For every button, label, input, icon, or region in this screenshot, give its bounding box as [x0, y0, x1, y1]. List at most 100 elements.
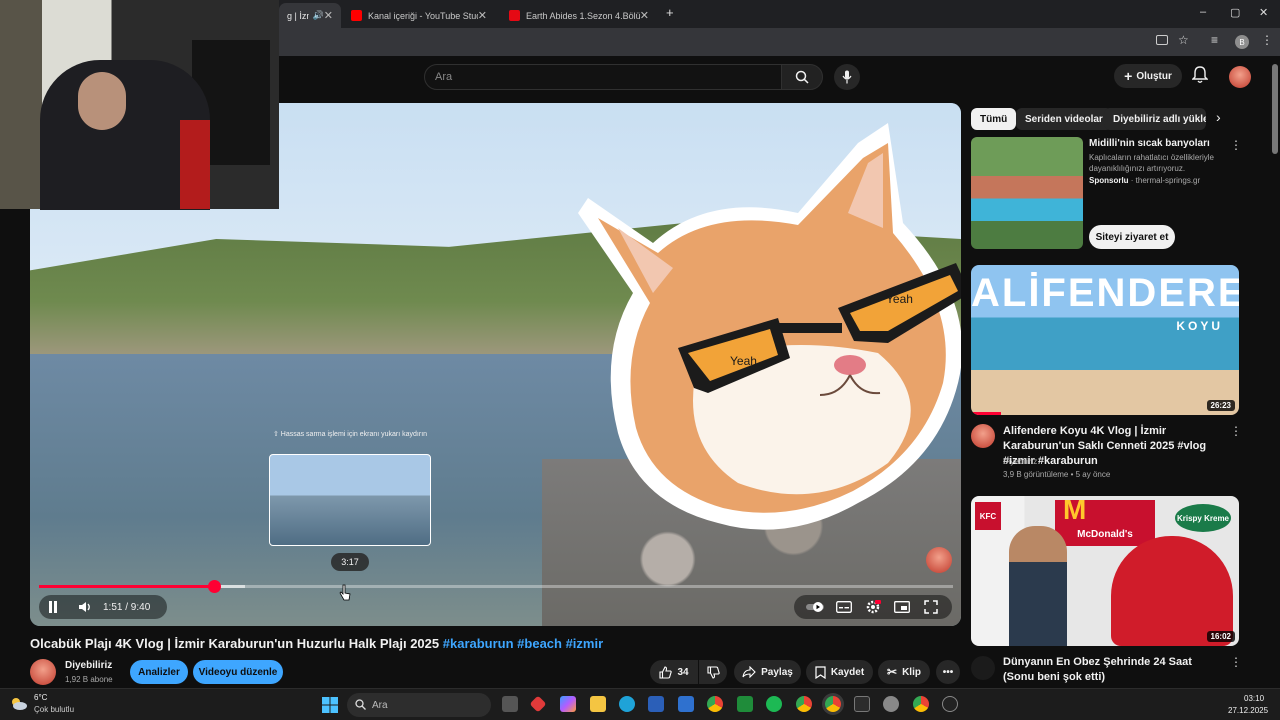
- browser-menu-icon[interactable]: ⋮: [1261, 33, 1273, 47]
- chrome-icon[interactable]: [796, 696, 812, 712]
- clock-date[interactable]: 27.12.2025: [1228, 706, 1268, 715]
- close-tab-icon[interactable]: ✕: [324, 9, 333, 22]
- chip-uploader[interactable]: Diyebiliriz adlı yükleyici: [1104, 108, 1206, 130]
- video-hashtags[interactable]: #karaburun #beach #izmir: [443, 636, 603, 651]
- profile-avatar[interactable]: B: [1235, 35, 1249, 49]
- channel-avatar[interactable]: [971, 424, 995, 448]
- more-options-icon[interactable]: ⋮: [1230, 424, 1242, 438]
- more-options-icon[interactable]: ⋮: [1230, 655, 1242, 669]
- weather-temperature[interactable]: 6°C: [34, 693, 47, 702]
- microphone-icon: [842, 70, 852, 84]
- volume-icon: [79, 602, 90, 612]
- chrome-icon-active[interactable]: [825, 696, 841, 712]
- streamer-head: [78, 72, 126, 130]
- close-tab-icon[interactable]: ✕: [640, 9, 649, 22]
- subscriber-count: 1,92 B abone: [65, 675, 113, 684]
- recommendation-channel[interactable]: Diyebiliriz: [1003, 457, 1037, 466]
- visit-site-button[interactable]: Siteyi ziyaret et: [1089, 225, 1175, 249]
- create-button[interactable]: + Oluştur: [1114, 64, 1182, 88]
- chevron-right-icon[interactable]: ›: [1216, 109, 1221, 125]
- install-app-icon[interactable]: [1156, 35, 1168, 45]
- settings-gear-icon[interactable]: [883, 696, 899, 712]
- file-explorer-icon[interactable]: [590, 696, 606, 712]
- app-icon[interactable]: [529, 695, 547, 713]
- settings-button[interactable]: [863, 597, 883, 617]
- windows-start-icon[interactable]: [322, 697, 338, 713]
- clock-time[interactable]: 03:10: [1244, 694, 1264, 703]
- tab-youtube-studio[interactable]: Kanal içeriği - YouTube Studio ✕: [343, 3, 495, 28]
- mouse-cursor-icon: [339, 584, 351, 601]
- chip-series[interactable]: Seriden videolar: [1016, 108, 1112, 130]
- pause-button[interactable]: [43, 597, 63, 617]
- ad-thumbnail[interactable]: [971, 137, 1083, 249]
- recommendation-meta: 3,9 B görüntüleme • 5 ay önce: [1003, 470, 1111, 479]
- close-window-button[interactable]: ✕: [1259, 6, 1268, 19]
- ad-title[interactable]: Midilli'nin sıcak banyoları: [1089, 138, 1210, 149]
- seek-hint-text: ⇧ Hassas sarma işlemi için ekranı yukarı…: [272, 431, 428, 438]
- channel-watermark[interactable]: [926, 547, 952, 573]
- kfc-logo: KFC: [975, 502, 1001, 530]
- search-input[interactable]: Ara: [424, 64, 782, 90]
- task-view-icon[interactable]: [502, 696, 518, 712]
- share-icon: [742, 666, 756, 678]
- capcut-icon[interactable]: [854, 696, 870, 712]
- edit-video-button[interactable]: Videoyu düzenle: [193, 660, 283, 684]
- obs-icon[interactable]: [942, 696, 958, 712]
- minimize-button[interactable]: –: [1200, 6, 1206, 18]
- scissors-icon: ✂: [887, 665, 898, 679]
- voice-search-button[interactable]: [834, 64, 860, 90]
- taskbar-search[interactable]: Ara: [347, 693, 491, 717]
- more-actions-button[interactable]: •••: [936, 660, 960, 684]
- search-button[interactable]: [781, 64, 823, 90]
- duration-badge: 26:23: [1206, 400, 1235, 411]
- channel-avatar[interactable]: [971, 656, 995, 680]
- new-tab-button[interactable]: +: [666, 5, 674, 20]
- share-button[interactable]: Paylaş: [734, 660, 801, 684]
- outlook-icon[interactable]: [678, 696, 694, 712]
- recommendation-title[interactable]: Dünyanın En Obez Şehrinde 24 Saat (Sonu …: [1003, 655, 1225, 685]
- channel-name[interactable]: Diyebiliriz: [65, 660, 112, 671]
- tab-earth-abides[interactable]: Earth Abides 1.Sezon 4.Bölüm ✕: [501, 3, 657, 28]
- more-options-icon[interactable]: ⋮: [1230, 138, 1242, 152]
- page-scrollbar[interactable]: [1272, 64, 1278, 154]
- maximize-button[interactable]: ▢: [1230, 6, 1240, 19]
- media-controls-icon[interactable]: ≡: [1211, 33, 1218, 47]
- weather-description[interactable]: Çok bulutlu: [34, 705, 74, 714]
- spotify-icon[interactable]: [766, 696, 782, 712]
- miniplayer-button[interactable]: [892, 597, 912, 617]
- store-icon[interactable]: [648, 696, 664, 712]
- edge-icon[interactable]: [619, 696, 635, 712]
- fullscreen-button[interactable]: [921, 597, 941, 617]
- seek-preview-thumbnail: [269, 454, 431, 546]
- volume-button[interactable]: [75, 597, 95, 617]
- search-icon: [795, 70, 809, 84]
- copilot-icon[interactable]: [560, 696, 576, 712]
- subtitles-icon: [835, 601, 852, 613]
- close-tab-icon[interactable]: ✕: [478, 9, 487, 22]
- subtitles-button[interactable]: [834, 597, 854, 617]
- windows-taskbar: 6°C Çok bulutlu Ara 03:10 27.12.2025: [0, 688, 1280, 720]
- channel-avatar[interactable]: [30, 659, 56, 685]
- chrome-icon[interactable]: [707, 696, 723, 712]
- clip-button[interactable]: ✂ Klip: [878, 660, 930, 684]
- pause-icon: [49, 601, 57, 613]
- autoplay-toggle[interactable]: [805, 597, 825, 617]
- chip-all[interactable]: Tümü: [971, 108, 1017, 130]
- save-button[interactable]: Kaydet: [806, 660, 873, 684]
- scrubber-handle[interactable]: [207, 580, 221, 593]
- dislike-button[interactable]: [699, 660, 727, 684]
- notifications-button[interactable]: [1191, 66, 1209, 89]
- like-button[interactable]: 34: [650, 660, 698, 684]
- chrome-icon[interactable]: [913, 696, 929, 712]
- account-avatar[interactable]: [1229, 66, 1251, 88]
- cat-sticker: Yeah Yeah: [578, 123, 961, 530]
- youtube-favicon-icon: [351, 10, 362, 21]
- tab-current-video[interactable]: g | İzmi 🔊 ✕: [279, 3, 341, 28]
- analytics-button[interactable]: Analizler: [130, 660, 188, 684]
- xbox-icon[interactable]: [737, 696, 753, 712]
- recommendation-thumbnail[interactable]: ALİFENDERE KOYU 26:23: [971, 265, 1239, 415]
- bookmark-star-icon[interactable]: ☆: [1178, 33, 1189, 47]
- recommendation-thumbnail[interactable]: KFC McDonald's M Krispy Kreme 16:02: [971, 496, 1239, 646]
- thumbs-up-icon: [659, 665, 673, 679]
- time-display: 1:51 / 9:40: [103, 601, 151, 613]
